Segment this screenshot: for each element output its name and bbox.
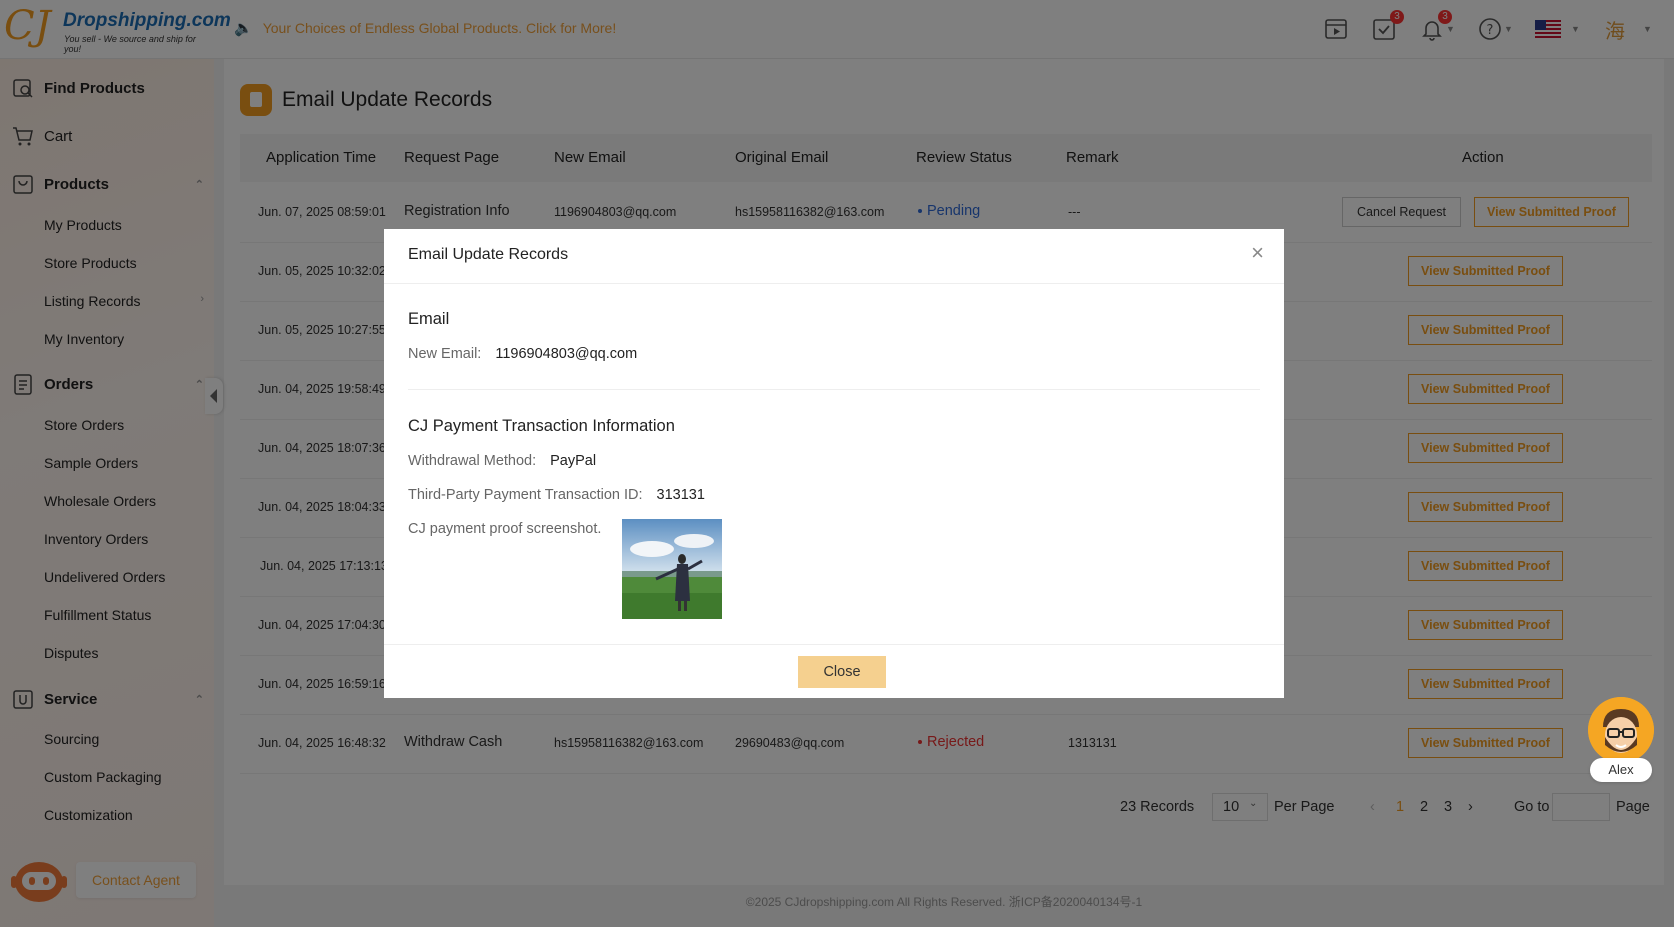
payment-proof-thumbnail[interactable] [622,519,722,619]
agent-avatar [1588,697,1654,763]
new-email-row: New Email: 1196904803@qq.com [408,346,637,362]
withdrawal-value: PayPal [550,453,597,469]
transaction-id-label: Third-Party Payment Transaction ID: [408,487,643,503]
divider [384,644,1284,645]
close-button[interactable]: Close [798,656,886,688]
withdrawal-method-row: Withdrawal Method: PayPal [408,453,596,469]
close-icon[interactable]: × [1251,242,1264,264]
new-email-value: 1196904803@qq.com [495,346,638,362]
divider [384,283,1284,284]
withdrawal-label: Withdrawal Method: [408,453,537,469]
proof-label: CJ payment proof screenshot. [408,521,602,537]
agent-chat-bubble[interactable]: Alex [1588,697,1656,785]
email-section-title: Email [408,310,450,328]
modal-title: Email Update Records [408,246,569,263]
payment-section-title: CJ Payment Transaction Information [408,417,675,435]
divider [408,389,1260,390]
new-email-label: New Email: [408,346,482,362]
email-update-modal: Email Update Records × Email New Email: 1… [384,229,1284,698]
transaction-id-value: 313131 [656,487,705,503]
transaction-id-row: Third-Party Payment Transaction ID: 31313… [408,487,705,503]
agent-name: Alex [1590,758,1652,782]
